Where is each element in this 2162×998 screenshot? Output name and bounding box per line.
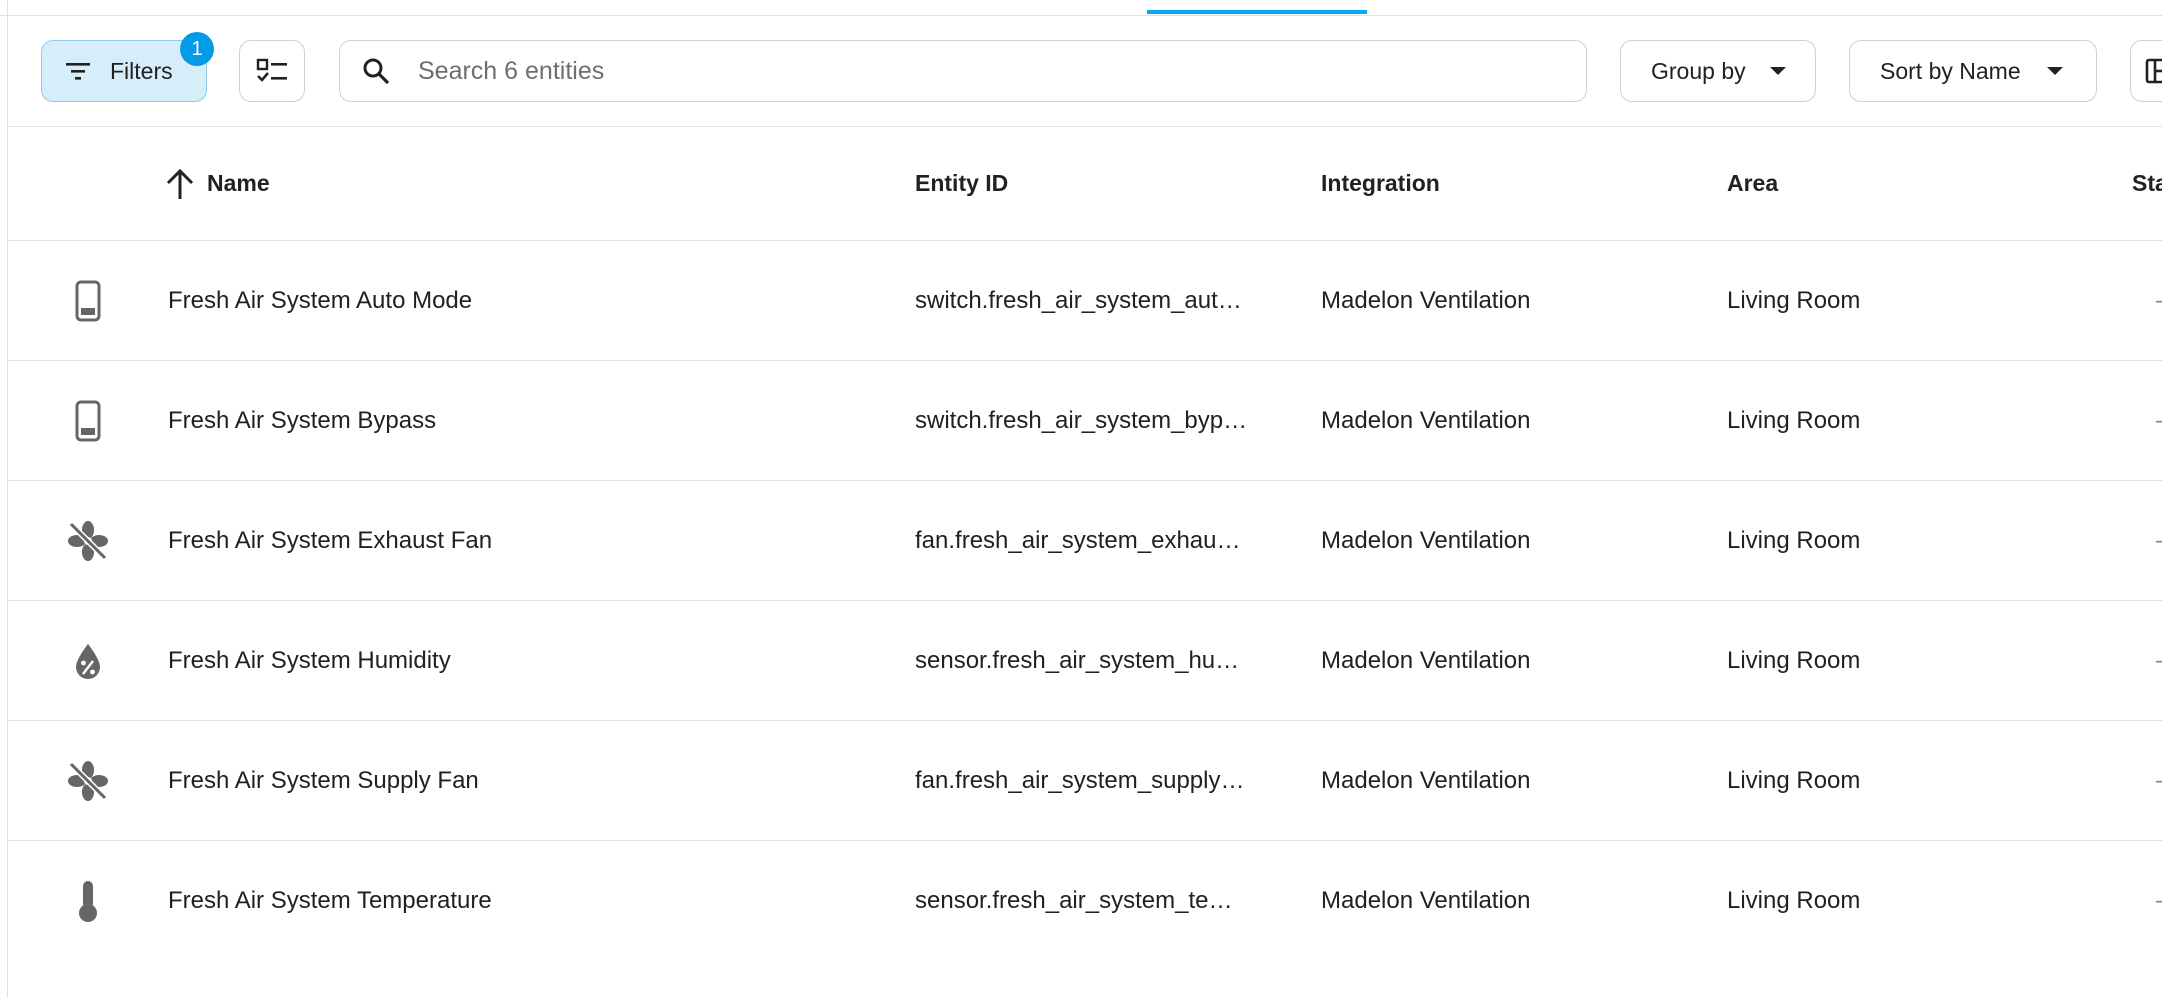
sort-label: Sort by Name: [1880, 57, 2021, 84]
entity-integration: Madelon Ventilation: [1321, 766, 1531, 794]
search-input[interactable]: [416, 55, 1520, 87]
entity-area: Living Room: [1727, 526, 1861, 554]
column-header-name[interactable]: Name: [165, 127, 270, 240]
group-by-label: Group by: [1651, 57, 1746, 84]
column-header-integration[interactable]: Integration: [1321, 127, 1440, 240]
entity-status: –: [2156, 361, 2162, 480]
phone-icon: [58, 241, 118, 360]
entity-id: fan.fresh_air_system_supply…: [915, 767, 1245, 794]
entity-name: Fresh Air System Exhaust Fan: [168, 526, 493, 554]
entity-name: Fresh Air System Temperature: [168, 886, 492, 914]
column-header-area[interactable]: Area: [1727, 127, 1778, 240]
entity-area: Living Room: [1727, 766, 1861, 794]
entity-id: sensor.fresh_air_system_te…: [915, 887, 1233, 914]
filters-label: Filters: [110, 57, 173, 84]
active-tab-indicator: [1147, 10, 1367, 14]
entity-integration: Madelon Ventilation: [1321, 406, 1531, 434]
entity-id: sensor.fresh_air_system_hu…: [915, 647, 1240, 674]
table-row[interactable]: Fresh Air System Auto Mode switch.fresh_…: [8, 241, 2162, 361]
entity-id: switch.fresh_air_system_byp…: [915, 407, 1248, 434]
entity-status: –: [2156, 841, 2162, 960]
entity-status: –: [2156, 601, 2162, 720]
entity-area: Living Room: [1727, 406, 1861, 434]
group-by-dropdown[interactable]: Group by: [1620, 40, 1816, 102]
filters-count-badge: 1: [180, 32, 214, 66]
column-name-label: Name: [207, 170, 270, 196]
entity-name: Fresh Air System Bypass: [168, 406, 437, 434]
entity-integration: Madelon Ventilation: [1321, 526, 1531, 554]
table-row[interactable]: Fresh Air System Supply Fan fan.fresh_ai…: [8, 721, 2162, 841]
sort-dropdown[interactable]: Sort by Name: [1849, 40, 2097, 102]
table-row[interactable]: Fresh Air System Bypass switch.fresh_air…: [8, 361, 2162, 481]
search-field[interactable]: [339, 40, 1587, 102]
phone-icon: [58, 361, 118, 480]
entity-integration: Madelon Ventilation: [1321, 646, 1531, 674]
selection-mode-button[interactable]: [239, 40, 305, 102]
table-header: Name Entity ID Integration Area Sta: [8, 127, 2162, 241]
search-icon: [363, 58, 390, 85]
chevron-down-icon: [1769, 67, 1786, 75]
entity-area: Living Room: [1727, 886, 1861, 914]
entity-area: Living Room: [1727, 646, 1861, 674]
entity-status: –: [2156, 481, 2162, 600]
thermometer-icon: [58, 841, 118, 960]
entity-area: Living Room: [1727, 286, 1861, 314]
column-header-status[interactable]: Sta: [2132, 127, 2162, 240]
filter-icon: [66, 63, 90, 80]
table-row[interactable]: Fresh Air System Exhaust Fan fan.fresh_a…: [8, 481, 2162, 601]
columns-button[interactable]: [2130, 40, 2162, 102]
arrow-up-icon: [166, 168, 194, 199]
checklist-icon: [256, 58, 287, 82]
fan-off-icon: [58, 481, 118, 600]
fan-off-icon: [58, 721, 118, 840]
entity-status: –: [2156, 721, 2162, 840]
water-percent-icon: [58, 601, 118, 720]
entity-id: switch.fresh_air_system_aut…: [915, 287, 1242, 314]
chevron-down-icon: [2046, 67, 2063, 75]
column-header-entity-id[interactable]: Entity ID: [915, 127, 1008, 240]
table-row[interactable]: Fresh Air System Temperature sensor.fres…: [8, 841, 2162, 960]
table-columns-icon: [2145, 58, 2162, 84]
top-tab-bar: [0, 0, 2162, 16]
entity-integration: Madelon Ventilation: [1321, 886, 1531, 914]
toolbar: Filters 1 Group by Sort by Name: [8, 16, 2162, 127]
entity-status: –: [2156, 241, 2162, 360]
entity-id: fan.fresh_air_system_exhau…: [915, 527, 1241, 554]
entity-name: Fresh Air System Auto Mode: [168, 286, 473, 314]
table-row[interactable]: Fresh Air System Humidity sensor.fresh_a…: [8, 601, 2162, 721]
entity-name: Fresh Air System Supply Fan: [168, 766, 479, 794]
entity-name: Fresh Air System Humidity: [168, 646, 451, 674]
entity-integration: Madelon Ventilation: [1321, 286, 1531, 314]
